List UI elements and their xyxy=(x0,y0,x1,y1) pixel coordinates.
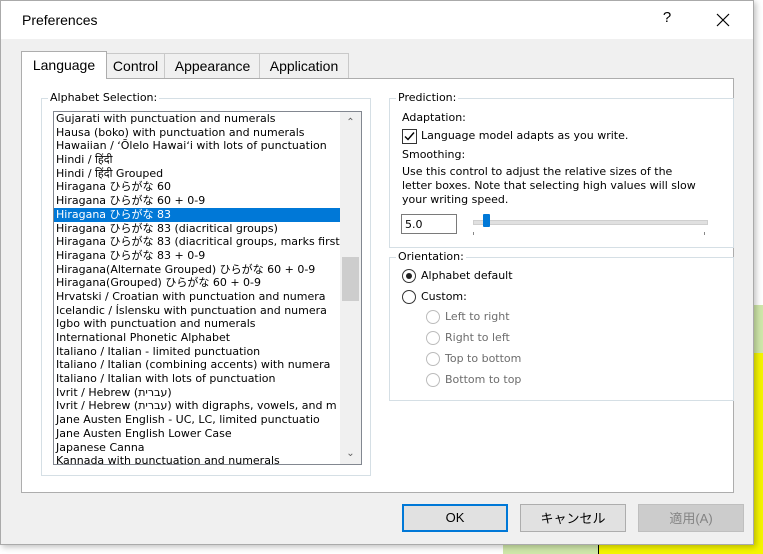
cancel-button[interactable]: キャンセル xyxy=(520,504,626,532)
alphabet-list-item[interactable]: Japanese Canna xyxy=(54,441,340,455)
tab-appearance[interactable]: Appearance xyxy=(164,53,261,78)
scrollbar-thumb[interactable] xyxy=(342,257,359,301)
orientation-label: Orientation: xyxy=(396,250,466,264)
close-icon[interactable] xyxy=(713,12,733,30)
alphabet-selection-label: Alphabet Selection: xyxy=(48,91,160,105)
alphabet-default-label[interactable]: Alphabet default xyxy=(421,269,513,282)
alphabet-list-item[interactable]: International Phonetic Alphabet xyxy=(54,331,340,345)
alphabet-list-item[interactable]: Hiragana ひらがな 60 + 0-9 xyxy=(54,194,340,208)
adapt-checkbox[interactable] xyxy=(402,129,417,144)
alphabet-listbox[interactable]: Gujarati with punctuation and numerals Ha… xyxy=(53,111,362,465)
adaptation-label: Adaptation: xyxy=(402,111,466,124)
smoothing-description-line-3: your writing speed. xyxy=(402,193,509,206)
alphabet-list-item[interactable]: Ivrit / Hebrew (עברית) with digraphs, vo… xyxy=(54,399,340,413)
smoothing-value-field[interactable]: 5.0 xyxy=(401,214,457,234)
bottom-to-top-label: Bottom to top xyxy=(445,373,522,386)
right-to-left-radio xyxy=(426,331,440,345)
prediction-label: Prediction: xyxy=(396,91,459,105)
alphabet-default-radio[interactable] xyxy=(402,269,416,283)
scroll-down-icon[interactable]: ⌄ xyxy=(340,445,361,462)
alphabet-list-item[interactable]: Icelandic / Íslensku with punctuation an… xyxy=(54,304,340,318)
window-title: Preferences xyxy=(22,12,98,28)
tab-language[interactable]: Language xyxy=(21,51,107,79)
top-to-bottom-radio xyxy=(426,352,440,366)
top-to-bottom-label: Top to bottom xyxy=(445,352,522,365)
slider-tick-end xyxy=(704,232,705,235)
smoothing-description-line-1: Use this control to adjust the relative … xyxy=(402,165,673,178)
alphabet-list-item[interactable]: Italiano / Italian (combining accents) w… xyxy=(54,358,340,372)
bottom-to-top-radio xyxy=(426,373,440,387)
alphabet-list-item[interactable]: Hiragana(Grouped) ひらがな 60 + 0-9 xyxy=(54,276,340,290)
alphabet-list-item[interactable]: Hrvatski / Croatian with punctuation and… xyxy=(54,290,340,304)
alphabet-list-item[interactable]: Ivrit / Hebrew (עברית) xyxy=(54,386,340,400)
help-button[interactable]: ? xyxy=(657,9,677,31)
alphabet-list-item[interactable]: Italiano / Italian with lots of punctuat… xyxy=(54,372,340,386)
alphabet-list-item[interactable]: Hindi / हिंदी Grouped xyxy=(54,167,340,181)
smoothing-slider-thumb[interactable] xyxy=(483,214,490,227)
ok-button[interactable]: OK xyxy=(402,504,508,532)
alphabet-list-item[interactable]: Igbo with punctuation and numerals xyxy=(54,317,340,331)
alphabet-list-item[interactable]: Hiragana ひらがな 83 + 0-9 xyxy=(54,249,340,263)
alphabet-list-item[interactable]: Gujarati with punctuation and numerals xyxy=(54,112,340,126)
alphabet-list: Gujarati with punctuation and numerals Ha… xyxy=(54,112,340,464)
custom-radio[interactable] xyxy=(402,290,416,304)
right-to-left-label: Right to left xyxy=(445,331,510,344)
title-bar: Preferences ? xyxy=(1,1,753,39)
slider-tick-start xyxy=(473,232,474,235)
alphabet-list-item[interactable]: Hiragana ひらがな 83 (diacritical groups, ma… xyxy=(54,235,340,249)
apply-button[interactable]: 適用(A) xyxy=(638,504,744,532)
tab-application[interactable]: Application xyxy=(259,53,349,78)
custom-label[interactable]: Custom: xyxy=(421,290,467,303)
left-to-right-label: Left to right xyxy=(445,310,510,323)
alphabet-list-item[interactable]: Kannada with punctuation and numerals xyxy=(54,454,340,464)
left-to-right-radio xyxy=(426,310,440,324)
alphabet-list-item[interactable]: Jane Austen English - UC, LC, limited pu… xyxy=(54,413,340,427)
preferences-dialog: Preferences ? Language Control Appearanc… xyxy=(0,0,754,545)
tab-control[interactable]: Control xyxy=(105,53,166,78)
scroll-up-icon[interactable]: ⌃ xyxy=(340,114,361,131)
alphabet-list-item[interactable]: Jane Austen English Lower Case xyxy=(54,427,340,441)
alphabet-list-item[interactable]: Hiragana(Alternate Grouped) ひらがな 60 + 0-… xyxy=(54,263,340,277)
adapt-checkbox-label[interactable]: Language model adapts as you write. xyxy=(421,129,628,142)
alphabet-list-item[interactable]: Italiano / Italian - limited punctuation xyxy=(54,345,340,359)
smoothing-label: Smoothing: xyxy=(402,148,466,161)
smoothing-description-line-2: letter boxes. Note that selecting high v… xyxy=(402,179,696,192)
alphabet-list-item[interactable]: Hiragana ひらがな 83 xyxy=(54,207,340,222)
smoothing-slider-track[interactable] xyxy=(473,220,708,225)
alphabet-list-item[interactable]: Hausa (boko) with punctuation and numera… xyxy=(54,126,340,140)
alphabet-list-item[interactable]: Hiragana ひらがな 60 xyxy=(54,180,340,194)
alphabet-list-item[interactable]: Hiragana ひらがな 83 (diacritical groups) xyxy=(54,222,340,236)
alphabet-list-item[interactable]: Hawaiian / ʻŌlelo Hawaiʻi with lots of p… xyxy=(54,139,340,153)
alphabet-list-item[interactable]: Hindi / हिंदी xyxy=(54,153,340,167)
alphabet-scrollbar[interactable]: ⌃ ⌄ xyxy=(340,112,361,464)
